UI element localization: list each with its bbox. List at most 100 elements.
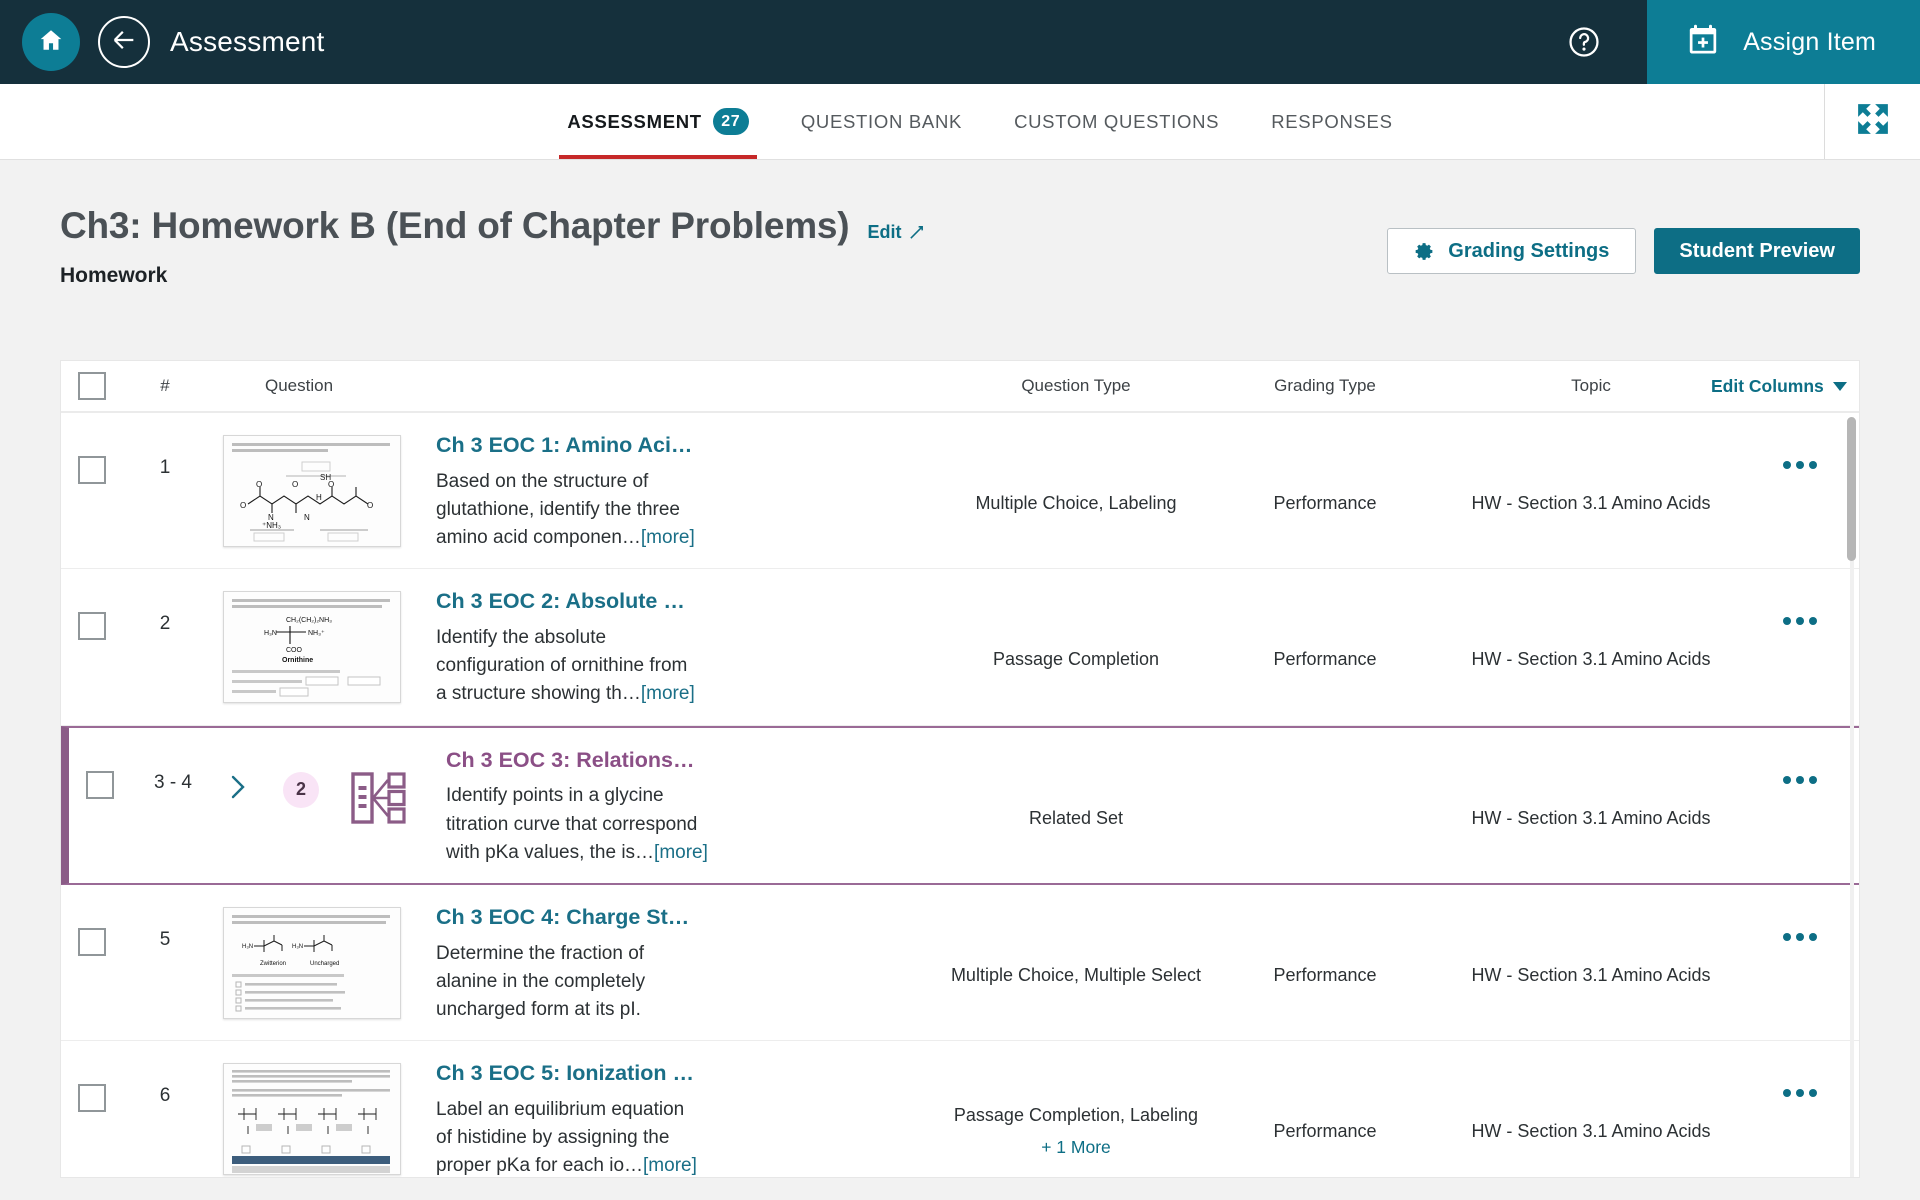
- question-description: Label an equilibrium equation of histidi…: [436, 1096, 698, 1177]
- table-header-row: # Question Question Type Grading Type To…: [61, 361, 1859, 413]
- tab-custom-questions-label: CUSTOM QUESTIONS: [1014, 110, 1220, 132]
- ellipsis-menu-icon[interactable]: [1777, 611, 1823, 631]
- more-link[interactable]: [more]: [654, 842, 708, 863]
- row-menu-cell: [1741, 585, 1859, 708]
- table-row-selected[interactable]: 3 - 4 2 Ch 3 EOC 3: Relationsh… Identify…: [61, 725, 1859, 885]
- question-description: Identify the absolute configuration of o…: [436, 624, 698, 708]
- tab-bar: ASSESSMENT 27 QUESTION BANK CUSTOM QUEST…: [0, 84, 1920, 160]
- grading-settings-button[interactable]: Grading Settings: [1387, 228, 1637, 274]
- assign-item-button[interactable]: Assign Item: [1647, 0, 1920, 84]
- row-question-type: Multiple Choice, Labeling: [943, 429, 1209, 552]
- svg-text:N: N: [304, 513, 310, 522]
- question-thumbnail[interactable]: CH₂(CH₂)₂NH₃ H₃N NH₃⁺ COO Ornithine: [223, 591, 401, 704]
- header-question-type: Question Type: [1021, 376, 1131, 395]
- question-thumbnail[interactable]: H₃N H₃N Zwitterion Uncharged: [223, 906, 401, 1019]
- svg-text:O: O: [367, 501, 373, 510]
- student-preview-label: Student Preview: [1679, 239, 1835, 262]
- edit-title-button[interactable]: Edit: [867, 222, 925, 243]
- ellipsis-menu-icon[interactable]: [1777, 455, 1823, 475]
- pencil-icon: [908, 224, 925, 241]
- related-set-icon: [347, 766, 411, 830]
- header-question: Question: [265, 376, 334, 395]
- row-question-type-text: Passage Completion: [992, 649, 1160, 670]
- row-question-type-text: Multiple Choice, Labeling: [975, 493, 1177, 514]
- table-scrollbar-thumb[interactable]: [1847, 417, 1856, 561]
- svg-text:O: O: [240, 501, 246, 510]
- tab-custom-questions[interactable]: CUSTOM QUESTIONS: [988, 84, 1245, 159]
- row-number: 6: [159, 1085, 171, 1107]
- row-question-cell: 2 Ch 3 EOC 3: Relationsh… Identify point…: [215, 744, 943, 867]
- more-link[interactable]: [more]: [643, 1155, 697, 1176]
- home-button[interactable]: [22, 13, 80, 71]
- help-button[interactable]: [1567, 25, 1601, 59]
- question-title-link[interactable]: Ch 3 EOC 3: Relationsh…: [446, 747, 706, 775]
- svg-text:H₃N: H₃N: [264, 630, 277, 637]
- ellipsis-menu-icon[interactable]: [1777, 927, 1823, 947]
- svg-text:Zwitterion: Zwitterion: [260, 961, 286, 967]
- tab-question-bank-label: QUESTION BANK: [800, 110, 963, 132]
- set-item-count-badge: 2: [283, 771, 319, 808]
- ellipsis-menu-icon[interactable]: [1777, 1083, 1823, 1103]
- row-question-cell: Ch 3 EOC 5: Ionization … Label an equili…: [207, 1057, 943, 1177]
- row-question-type: Related Set: [943, 744, 1209, 867]
- svg-text:H₃N: H₃N: [242, 944, 253, 950]
- page-title: Ch3: Homework B (End of Chapter Problems…: [60, 205, 850, 246]
- row-checkbox[interactable]: [78, 612, 106, 641]
- question-title-link[interactable]: Ch 3 EOC 4: Charge St…: [436, 904, 696, 932]
- row-checkbox[interactable]: [78, 1084, 106, 1113]
- row-grading-type: [1209, 744, 1441, 867]
- top-bar: Assessment Assign Item: [0, 0, 1920, 84]
- header-topic: Topic: [1571, 376, 1611, 395]
- tab-responses[interactable]: RESPONSES: [1245, 84, 1418, 159]
- expand-set-button[interactable]: [215, 744, 261, 805]
- tab-responses-label: RESPONSES: [1271, 110, 1393, 132]
- question-title-link[interactable]: Ch 3 EOC 5: Ionization …: [436, 1060, 696, 1088]
- help-circle-icon: [1567, 27, 1601, 63]
- row-grading-type: Performance: [1273, 493, 1377, 514]
- tab-list: ASSESSMENT 27 QUESTION BANK CUSTOM QUEST…: [501, 84, 1418, 159]
- row-question-cell: SH OOO OO NNH ⁺NH₃ Ch 3 EOC 1: Amino Aci…: [207, 429, 943, 552]
- select-all-checkbox[interactable]: [78, 372, 106, 400]
- edit-title-label: Edit: [867, 222, 902, 242]
- question-thumbnail[interactable]: SH OOO OO NNH ⁺NH₃: [223, 435, 401, 547]
- question-title-link[interactable]: Ch 3 EOC 1: Amino Aci…: [436, 432, 696, 460]
- back-button[interactable]: [98, 16, 150, 68]
- row-checkbox[interactable]: [78, 927, 106, 956]
- row-select-cell: [61, 1057, 123, 1177]
- svg-text:COO: COO: [286, 647, 303, 654]
- row-question-type-text: Passage Completion, Labeling: [953, 1104, 1199, 1125]
- question-title-link[interactable]: Ch 3 EOC 2: Absolute C…: [436, 588, 696, 616]
- svg-text:NH₃⁺: NH₃⁺: [308, 630, 325, 637]
- row-menu-cell: [1741, 901, 1859, 1024]
- edit-columns-label: Edit Columns: [1711, 375, 1824, 396]
- question-thumbnail[interactable]: [223, 1063, 401, 1176]
- student-preview-button[interactable]: Student Preview: [1654, 228, 1860, 274]
- expand-fullscreen-button[interactable]: [1824, 84, 1920, 159]
- svg-text:⁺NH₃: ⁺NH₃: [262, 521, 281, 530]
- more-link[interactable]: [more]: [641, 683, 695, 704]
- row-question-cell: H₃N H₃N Zwitterion Uncharged Ch 3 EOC 4:…: [207, 901, 943, 1024]
- table-row[interactable]: 5 H₃N H₃N Zwitterion Uncharged Ch 3 EOC …: [61, 885, 1859, 1042]
- row-checkbox[interactable]: [86, 770, 114, 799]
- row-topic: HW - Section 3.1 Amino Acids: [1471, 493, 1711, 514]
- svg-text:O: O: [256, 480, 262, 489]
- table-row[interactable]: 2 CH₂(CH₂)₂NH₃ H₃N NH₃⁺ COO Ornithine Ch…: [61, 569, 1859, 726]
- ellipsis-menu-icon[interactable]: [1777, 770, 1823, 790]
- tab-assessment[interactable]: ASSESSMENT 27: [541, 84, 774, 159]
- row-number: 3 - 4: [153, 771, 193, 793]
- page-actions: Grading Settings Student Preview: [1387, 228, 1860, 274]
- tab-question-bank[interactable]: QUESTION BANK: [775, 84, 988, 159]
- header-number: #: [160, 376, 170, 395]
- row-checkbox[interactable]: [78, 456, 106, 484]
- more-link[interactable]: [more]: [641, 527, 695, 548]
- svg-text:H: H: [316, 493, 322, 502]
- table-row[interactable]: 6 Ch 3 EOC 5: Ionization … Label an equi…: [61, 1041, 1859, 1177]
- question-description: Determine the fraction of alanine in the…: [436, 940, 698, 1024]
- breadcrumb-title: Assessment: [170, 26, 325, 57]
- grading-settings-label: Grading Settings: [1448, 239, 1610, 262]
- table-row[interactable]: 1 SH OOO O O N N H ⁺NH₃ Ch 3 EOC 1: Amin…: [61, 413, 1859, 570]
- svg-text:H₃N: H₃N: [292, 944, 303, 950]
- select-all-cell: [61, 372, 123, 400]
- edit-columns-button[interactable]: Edit Columns: [1711, 376, 1847, 397]
- more-question-types-link[interactable]: + 1 More: [1041, 1135, 1111, 1160]
